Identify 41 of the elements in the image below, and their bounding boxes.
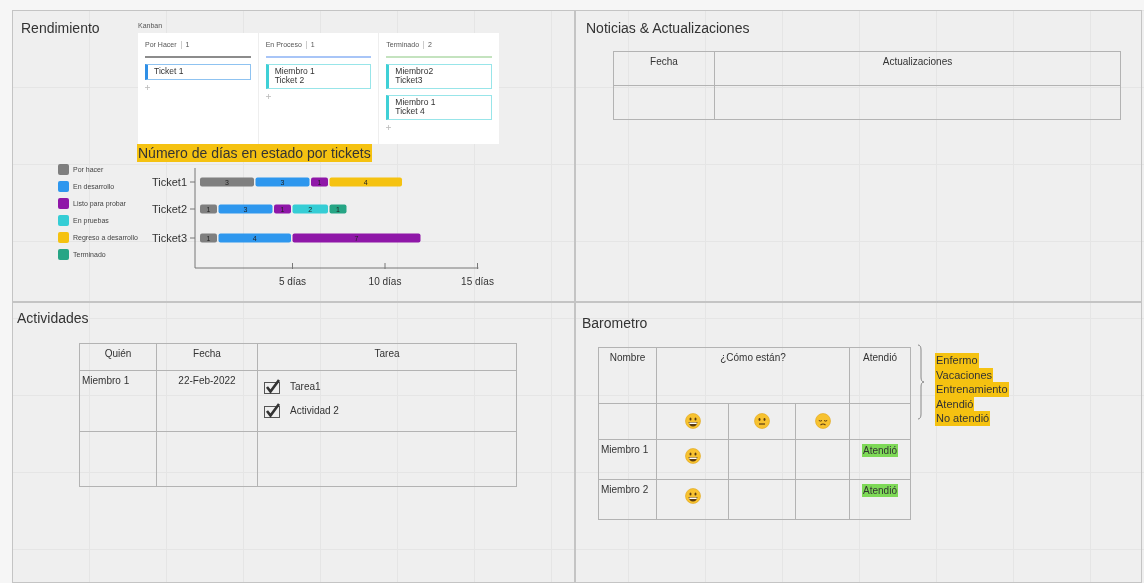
status-label: Vacaciones (935, 367, 994, 383)
checkbox[interactable] (264, 403, 281, 418)
section-title: Noticias & Actualizaciones (586, 20, 750, 36)
checkbox[interactable] (264, 379, 281, 394)
task-label: Actividad 2 (290, 405, 339, 416)
column-header: Nombre (598, 347, 657, 404)
table-cell: Miembro 2 (598, 479, 657, 520)
kanban-card[interactable]: Miembro 1 Ticket 4 (386, 95, 492, 120)
add-icon[interactable] (265, 94, 271, 99)
attendance-tag: Atendió (862, 444, 898, 457)
table-cell: Miembro 1 (598, 439, 657, 480)
task-label: Tarea1 (290, 381, 321, 392)
kanban-card[interactable]: Miembro 1 Ticket 2 (265, 64, 372, 89)
table-cell: Miembro 1 (79, 370, 157, 432)
column-header: Fecha (156, 343, 258, 371)
category-label: Ticket1 (151, 176, 187, 188)
category-label: Ticket3 (151, 232, 187, 244)
section-title: Rendimiento (21, 20, 100, 36)
attendance-tag: Atendió (862, 484, 898, 497)
status-label: Enfermo (935, 353, 979, 368)
column-header: Quién (79, 343, 157, 371)
kanban-card[interactable]: Ticket 1 (145, 64, 251, 80)
column-header: Atendió (849, 347, 911, 404)
tick-label: 15 días (461, 276, 494, 287)
table-cell: 22-Feb-2022 (156, 370, 258, 432)
category-label: Ticket2 (151, 203, 187, 215)
column-header: ¿Cómo están? (656, 347, 850, 404)
status-label: Entrenamiento (935, 382, 1009, 397)
add-icon[interactable] (145, 85, 150, 90)
chart-title: Número de días en estado por tickets (137, 144, 372, 162)
column-header: Fecha (613, 51, 715, 86)
column-header: Tarea (257, 343, 517, 371)
brace-icon (917, 344, 925, 420)
section-title: Actividades (17, 310, 89, 326)
add-icon[interactable] (386, 125, 392, 130)
kanban-card[interactable]: Miembro2 Ticket3 (386, 64, 492, 89)
column-header: Actualizaciones (714, 51, 1121, 86)
tick-label: 5 días (278, 276, 307, 287)
tick-label: 10 días (368, 276, 402, 287)
section-title: Barometro (582, 315, 648, 331)
status-label: No atendió (935, 411, 991, 426)
